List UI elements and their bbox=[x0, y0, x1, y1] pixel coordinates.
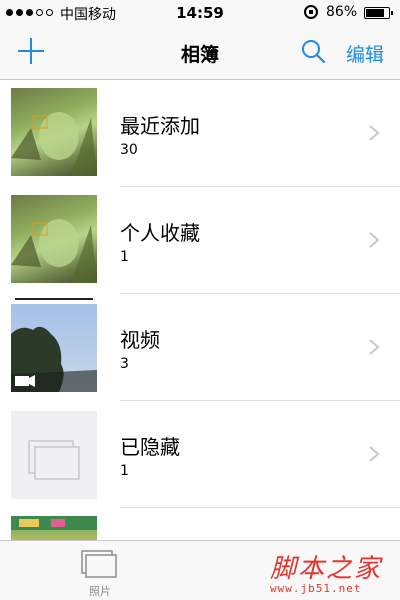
album-row-videos[interactable]: 视频 3 bbox=[0, 294, 400, 401]
edit-button[interactable]: 编辑 bbox=[346, 40, 384, 67]
album-row-recently-added[interactable]: 最近添加 30 bbox=[0, 80, 400, 187]
album-count: 30 bbox=[120, 142, 138, 158]
chevron-right-icon bbox=[368, 445, 380, 463]
tab-label: 照片 bbox=[89, 585, 111, 598]
search-icon[interactable] bbox=[300, 38, 326, 64]
album-count: 1 bbox=[120, 249, 129, 265]
album-count: 3 bbox=[120, 356, 129, 372]
chevron-right-icon bbox=[368, 231, 380, 249]
rotation-lock-icon bbox=[304, 5, 318, 19]
album-name: 个人收藏 bbox=[120, 221, 200, 245]
battery-percentage: 86% bbox=[326, 4, 358, 20]
chevron-right-icon bbox=[368, 338, 380, 356]
album-list: 最近添加 30 个人收藏 1 视频 3 已隐藏 1 bbox=[0, 80, 400, 540]
album-thumbnail bbox=[11, 195, 97, 283]
album-thumbnail bbox=[11, 304, 97, 392]
empty-album-icon bbox=[11, 411, 97, 499]
album-thumbnail bbox=[11, 516, 97, 540]
album-row-favorites[interactable]: 个人收藏 1 bbox=[0, 187, 400, 294]
album-name: 已隐藏 bbox=[120, 435, 180, 459]
album-count: 1 bbox=[120, 463, 129, 479]
watermark-text: 脚本之家 bbox=[270, 554, 383, 584]
page-title: 相簿 bbox=[180, 44, 219, 66]
album-name: 视频 bbox=[120, 328, 160, 352]
album-stack-edge bbox=[15, 298, 93, 300]
battery-icon bbox=[364, 7, 393, 19]
album-name: 最近添加 bbox=[120, 114, 200, 138]
chevron-right-icon bbox=[368, 124, 380, 142]
photos-stack-icon bbox=[81, 550, 117, 578]
album-thumbnail bbox=[11, 88, 97, 176]
navigation-bar: 相簿 编辑 bbox=[0, 26, 400, 80]
watermark-url: www.jb51.net bbox=[270, 582, 362, 595]
album-row-partial[interactable] bbox=[0, 508, 400, 540]
album-row-hidden[interactable]: 已隐藏 1 bbox=[0, 401, 400, 508]
status-bar: 中国移动 14:59 86% bbox=[0, 0, 400, 26]
tab-photos[interactable]: 照片 bbox=[70, 545, 130, 598]
